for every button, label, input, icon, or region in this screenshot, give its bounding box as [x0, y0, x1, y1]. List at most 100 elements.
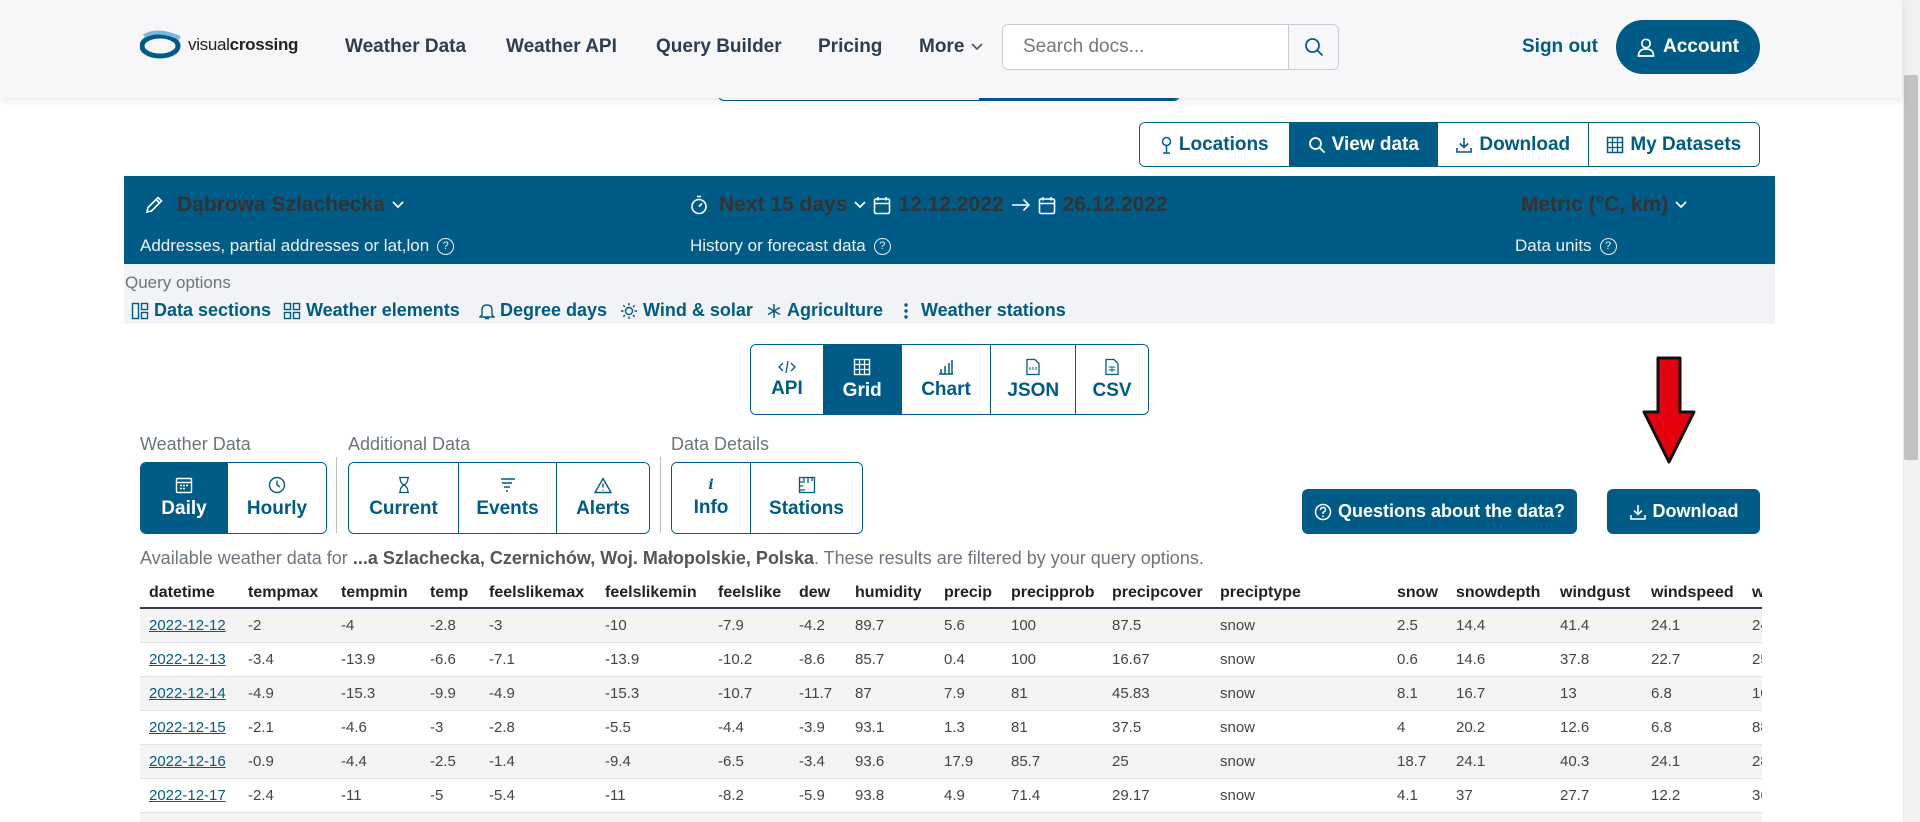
column-header-temp[interactable]: temp [421, 578, 480, 609]
workflow-tabs: Locations View data Download My Datasets [1139, 122, 1760, 167]
table-cell: -5.5 [596, 710, 709, 745]
account-button[interactable]: Account [1616, 20, 1760, 74]
tab-locations[interactable]: Locations [1140, 123, 1289, 166]
view-mode-grid[interactable]: Grid [822, 345, 901, 414]
table-cell: 14.6 [1447, 642, 1551, 677]
column-header-snowdepth[interactable]: snowdepth [1447, 578, 1551, 609]
questions-button[interactable]: Questions about the data? [1302, 489, 1577, 534]
visualcrossing-logo[interactable]: visualcrossing [140, 30, 298, 60]
view-mode-json[interactable]: JSON [990, 345, 1076, 414]
sign-out-link[interactable]: Sign out [1522, 36, 1598, 58]
column-header-tempmin[interactable]: tempmin [332, 578, 421, 609]
date-link[interactable] [140, 812, 239, 822]
warning-icon [594, 476, 612, 493]
table-cell [709, 812, 790, 822]
view-mode-chart[interactable]: Chart [900, 345, 991, 414]
column-header-tempmax[interactable]: tempmax [239, 578, 332, 609]
events-button[interactable]: Events [458, 463, 556, 533]
scrollbar-thumb[interactable] [1904, 75, 1918, 460]
download-button[interactable]: Download [1607, 489, 1760, 534]
column-header-dew[interactable]: dew [790, 578, 846, 609]
account-label: Account [1663, 36, 1739, 57]
nav-weather-data[interactable]: Weather Data [345, 36, 466, 58]
date-link[interactable]: 2022-12-13 [140, 642, 239, 677]
column-header-precipcover[interactable]: precipcover [1103, 578, 1211, 609]
nav-more-dropdown[interactable]: More [919, 36, 983, 58]
column-header-w[interactable]: w [1743, 578, 1762, 609]
date-link[interactable]: 2022-12-17 [140, 778, 239, 813]
chevron-down-icon [1675, 201, 1687, 209]
option-agriculture[interactable]: Agriculture [766, 300, 883, 321]
nav-query-builder[interactable]: Query Builder [656, 36, 782, 58]
table-cell [1551, 812, 1642, 822]
column-header-snow[interactable]: snow [1388, 578, 1447, 609]
table-cell: 10 [1743, 676, 1762, 711]
column-header-humidity[interactable]: humidity [846, 578, 935, 609]
download-label: Download [1652, 501, 1739, 521]
date-link[interactable]: 2022-12-15 [140, 710, 239, 745]
column-header-precipprob[interactable]: precipprob [1002, 578, 1103, 609]
help-icon[interactable]: ? [1599, 237, 1617, 255]
column-header-feelslike[interactable]: feelslike [709, 578, 790, 609]
column-header-precip[interactable]: precip [935, 578, 1002, 609]
tab-download[interactable]: Download [1437, 123, 1588, 166]
table-cell: 87.5 [1103, 608, 1211, 643]
table-cell [332, 812, 421, 822]
date-link[interactable]: 2022-12-12 [140, 608, 239, 643]
alerts-button[interactable]: Alerts [556, 463, 649, 533]
search-input[interactable] [1003, 25, 1288, 69]
help-icon[interactable]: ? [437, 237, 455, 255]
storm-icon [500, 478, 515, 492]
view-mode-csv[interactable]: CSV [1075, 345, 1148, 414]
table-cell: -9.9 [421, 676, 480, 711]
info-button[interactable]: i Info [672, 463, 750, 533]
column-header-preciptype[interactable]: preciptype [1211, 578, 1388, 609]
file-json-icon [1026, 358, 1040, 375]
column-header-datetime[interactable]: datetime [140, 578, 239, 609]
column-header-windspeed[interactable]: windspeed [1642, 578, 1743, 609]
table-cell [935, 812, 1002, 822]
table-cell [1103, 812, 1211, 822]
view-mode-api[interactable]: API [751, 345, 823, 414]
nav-pricing[interactable]: Pricing [818, 36, 882, 58]
table-cell: -4.6 [332, 710, 421, 745]
column-header-feelslikemin[interactable]: feelslikemin [596, 578, 709, 609]
option-weather-elements[interactable]: Weather elements [283, 300, 460, 321]
date-link[interactable]: 2022-12-14 [140, 676, 239, 711]
option-data-sections[interactable]: Data sections [131, 300, 271, 321]
column-header-feelslikemax[interactable]: feelslikemax [480, 578, 596, 609]
nav-weather-api[interactable]: Weather API [506, 36, 617, 58]
units-hint: Data units ? [1515, 236, 1617, 256]
table-cell: 87 [846, 676, 935, 711]
table-cell: 16.67 [1103, 642, 1211, 677]
table-cell: 13 [1551, 676, 1642, 711]
stations-button[interactable]: Stations [750, 463, 862, 533]
table-cell: -5.9 [790, 778, 846, 813]
table-cell: -10 [596, 608, 709, 643]
question-circle-icon [1314, 503, 1332, 520]
search-icon [1304, 38, 1323, 57]
tab-view-data[interactable]: View data [1288, 123, 1438, 166]
option-weather-stations[interactable]: Weather stations [902, 300, 1066, 321]
date-link[interactable]: 2022-12-16 [140, 744, 239, 779]
table-cell [1211, 812, 1388, 822]
option-degree-days[interactable]: Degree days [479, 300, 607, 321]
tab-my-datasets[interactable]: My Datasets [1587, 123, 1759, 166]
table-cell: -6.6 [421, 642, 480, 677]
elements-icon [283, 302, 301, 319]
location-selector[interactable]: Dąbrowa Szlachecka [144, 193, 404, 217]
option-wind-solar[interactable]: Wind & solar [620, 300, 753, 321]
search-button[interactable] [1288, 25, 1338, 69]
hourly-button[interactable]: Hourly [227, 463, 326, 533]
date-range-selector[interactable]: Next 15 days 12.12.2022 26.12.2022 [690, 193, 1168, 217]
daily-button[interactable]: Daily [141, 463, 227, 533]
units-selector[interactable]: Metric (°C, km) [1521, 193, 1687, 217]
table-cell [1002, 812, 1103, 822]
bell-icon [479, 303, 495, 319]
current-button[interactable]: Current [349, 463, 458, 533]
column-header-windgust[interactable]: windgust [1551, 578, 1642, 609]
help-icon[interactable]: ? [873, 237, 891, 255]
map-pin-icon [1161, 136, 1172, 154]
file-csv-icon [1105, 358, 1119, 375]
table-cell: -5.4 [480, 778, 596, 813]
